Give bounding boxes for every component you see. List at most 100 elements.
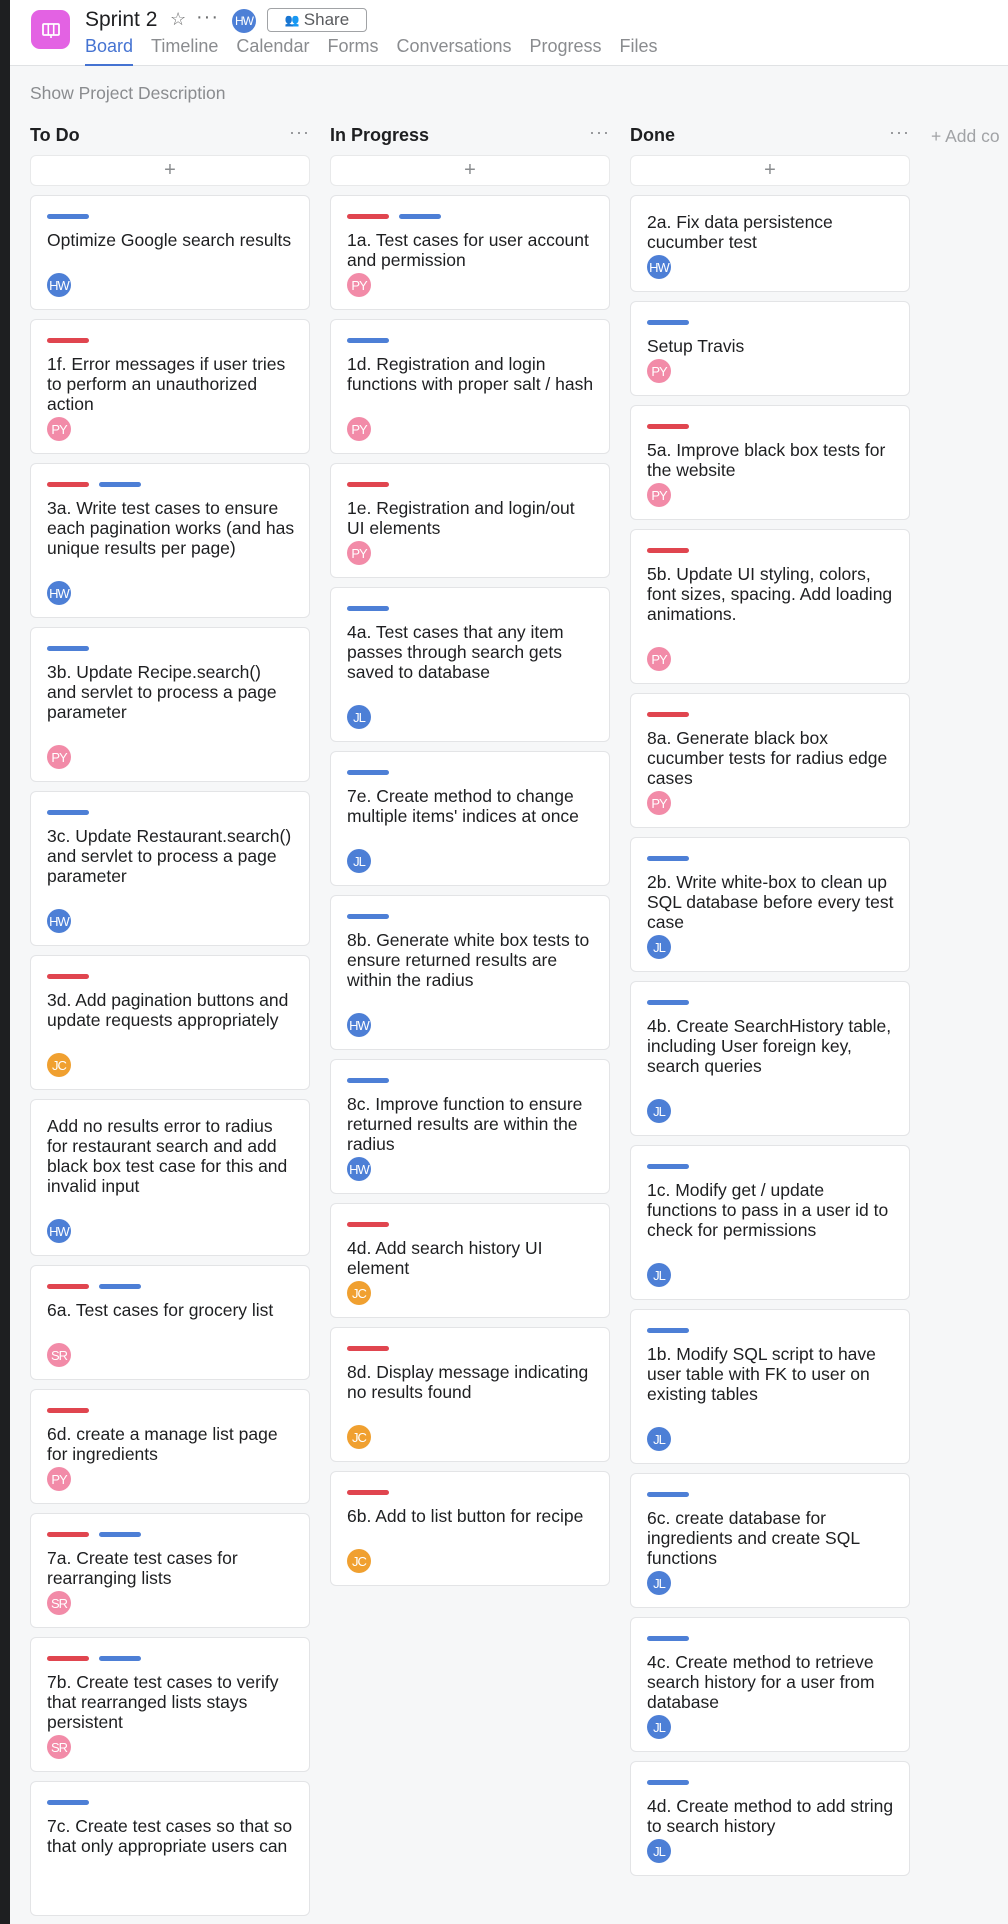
task-card[interactable]: Optimize Google search results HW — [30, 195, 310, 310]
assignee-avatar[interactable]: JC — [347, 1425, 371, 1449]
task-card[interactable]: 1a. Test cases for user account and perm… — [330, 195, 610, 310]
task-card[interactable]: 2a. Fix data persistence cucumber test HW — [630, 195, 910, 292]
assignee-avatar[interactable]: HW — [347, 1157, 371, 1181]
assignee-avatar[interactable]: PY — [347, 273, 371, 297]
assignee-avatar[interactable]: JL — [347, 849, 371, 873]
task-card[interactable]: 8b. Generate white box tests to ensure r… — [330, 895, 610, 1050]
add-task-button[interactable]: + — [30, 155, 310, 186]
assignee-avatar[interactable]: PY — [647, 359, 671, 383]
task-card[interactable]: 4b. Create SearchHistory table, includin… — [630, 981, 910, 1136]
star-icon[interactable]: ☆ — [170, 9, 186, 30]
assignee-avatar[interactable]: SR — [47, 1735, 71, 1759]
task-card[interactable]: 6b. Add to list button for recipe JC — [330, 1471, 610, 1586]
task-card[interactable]: 4c. Create method to retrieve search his… — [630, 1617, 910, 1752]
task-card[interactable]: 8c. Improve function to ensure returned … — [330, 1059, 610, 1194]
assignee-avatar[interactable]: PY — [47, 745, 71, 769]
assignee-avatar[interactable]: PY — [47, 1467, 71, 1491]
task-card[interactable]: 3a. Write test cases to ensure each pagi… — [30, 463, 310, 618]
assignee-avatar[interactable]: PY — [347, 541, 371, 565]
assignee-avatar[interactable]: HW — [647, 255, 671, 279]
task-card[interactable]: 6d. create a manage list page for ingred… — [30, 1389, 310, 1504]
column-more-icon[interactable]: ··· — [889, 122, 910, 143]
assignee-avatar[interactable]: HW — [47, 273, 71, 297]
task-card[interactable]: 6c. create database for ingredients and … — [630, 1473, 910, 1608]
task-card[interactable]: 1d. Registration and login functions wit… — [330, 319, 610, 454]
task-card[interactable]: 4d. Add search history UI element JC — [330, 1203, 610, 1318]
column-more-icon[interactable]: ··· — [289, 122, 310, 143]
task-card[interactable]: 8a. Generate black box cucumber tests fo… — [630, 693, 910, 828]
tag-red — [47, 1284, 89, 1289]
task-card[interactable]: Setup Travis PY — [630, 301, 910, 396]
card-tags — [47, 974, 89, 979]
column-more-icon[interactable]: ··· — [589, 122, 610, 143]
tab-files[interactable]: Files — [620, 36, 658, 66]
task-card[interactable]: 3c. Update Restaurant.search() and servl… — [30, 791, 310, 946]
task-card[interactable]: 1f. Error messages if user tries to perf… — [30, 319, 310, 454]
assignee-avatar[interactable]: PY — [647, 791, 671, 815]
task-card[interactable]: 2b. Write white-box to clean up SQL data… — [630, 837, 910, 972]
assignee-avatar[interactable]: JL — [647, 1099, 671, 1123]
tag-blue — [99, 1284, 141, 1289]
task-card[interactable]: Add no results error to radius for resta… — [30, 1099, 310, 1256]
assignee-avatar[interactable]: JL — [647, 1715, 671, 1739]
column-title[interactable]: In Progress — [330, 125, 429, 146]
assignee-avatar[interactable]: JL — [647, 1839, 671, 1863]
board-icon[interactable] — [31, 10, 70, 49]
task-card[interactable]: 1e. Registration and login/out UI elemen… — [330, 463, 610, 578]
add-column-button[interactable]: + Add co — [931, 126, 1000, 147]
assignee-avatar[interactable]: HW — [47, 909, 71, 933]
tab-forms[interactable]: Forms — [327, 36, 378, 66]
share-button[interactable]: 👥 Share — [267, 8, 367, 32]
task-card[interactable]: 5a. Improve black box tests for the webs… — [630, 405, 910, 520]
assignee-avatar[interactable]: HW — [47, 1219, 71, 1243]
assignee-avatar[interactable]: SR — [47, 1343, 71, 1367]
task-card[interactable]: 1c. Modify get / update functions to pas… — [630, 1145, 910, 1300]
tab-board[interactable]: Board — [85, 36, 134, 66]
tab-timeline[interactable]: Timeline — [151, 36, 218, 66]
assignee-avatar[interactable]: JC — [347, 1281, 371, 1305]
card-tags — [347, 606, 389, 611]
task-card[interactable]: 7e. Create method to change multiple ite… — [330, 751, 610, 886]
task-card[interactable]: 8d. Display message indicating no result… — [330, 1327, 610, 1462]
assignee-avatar[interactable]: SR — [47, 1591, 71, 1615]
card-tags — [647, 712, 689, 717]
task-card[interactable]: 7b. Create test cases to verify that rea… — [30, 1637, 310, 1772]
add-task-button[interactable]: + — [630, 155, 910, 186]
assignee-avatar[interactable]: JL — [647, 1571, 671, 1595]
assignee-avatar[interactable]: JL — [647, 1263, 671, 1287]
tag-red — [47, 338, 89, 343]
assignee-avatar[interactable]: JL — [347, 705, 371, 729]
add-task-button[interactable]: + — [330, 155, 610, 186]
assignee-avatar[interactable]: PY — [647, 483, 671, 507]
assignee-avatar[interactable]: JC — [47, 1053, 71, 1077]
assignee-avatar[interactable]: JL — [647, 935, 671, 959]
tag-blue — [47, 214, 89, 219]
tab-progress[interactable]: Progress — [530, 36, 602, 66]
tag-blue — [647, 1780, 689, 1785]
assignee-avatar[interactable]: PY — [47, 417, 71, 441]
assignee-avatar[interactable]: HW — [347, 1013, 371, 1037]
avatar[interactable]: HW — [232, 9, 256, 33]
show-project-description-link[interactable]: Show Project Description — [30, 83, 226, 104]
task-card[interactable]: 7a. Create test cases for rearranging li… — [30, 1513, 310, 1628]
column-title[interactable]: To Do — [30, 125, 80, 146]
project-title[interactable]: Sprint 2 — [85, 8, 157, 32]
assignee-avatar[interactable]: HW — [47, 581, 71, 605]
task-card[interactable]: 3b. Update Recipe.search() and servlet t… — [30, 627, 310, 782]
card-tags — [47, 810, 89, 815]
task-card[interactable]: 4a. Test cases that any item passes thro… — [330, 587, 610, 742]
task-card[interactable]: 4d. Create method to add string to searc… — [630, 1761, 910, 1876]
assignee-avatar[interactable]: PY — [647, 647, 671, 671]
task-card[interactable]: 7c. Create test cases so that so that on… — [30, 1781, 310, 1916]
task-card[interactable]: 3d. Add pagination buttons and update re… — [30, 955, 310, 1090]
more-options-icon[interactable]: ··· — [196, 6, 219, 29]
column-title[interactable]: Done — [630, 125, 675, 146]
assignee-avatar[interactable]: JC — [347, 1549, 371, 1573]
tab-calendar[interactable]: Calendar — [236, 36, 309, 66]
assignee-avatar[interactable]: PY — [347, 417, 371, 441]
task-card[interactable]: 1b. Modify SQL script to have user table… — [630, 1309, 910, 1464]
task-card[interactable]: 6a. Test cases for grocery list SR — [30, 1265, 310, 1380]
assignee-avatar[interactable]: JL — [647, 1427, 671, 1451]
tab-conversations[interactable]: Conversations — [396, 36, 511, 66]
task-card[interactable]: 5b. Update UI styling, colors, font size… — [630, 529, 910, 684]
